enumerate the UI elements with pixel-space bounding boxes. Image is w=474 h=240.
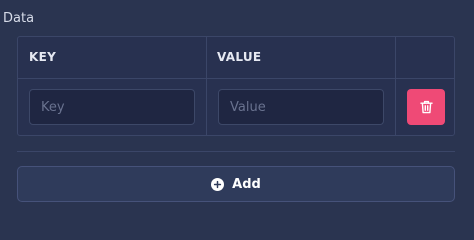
key-value-table: KEY VALUE [17,36,455,136]
value-input[interactable] [218,89,384,125]
trash-icon [419,100,433,114]
delete-row-button[interactable] [407,89,445,125]
column-header-value: VALUE [217,50,262,64]
section-divider [17,151,455,152]
key-input[interactable] [29,89,195,125]
column-divider [395,37,396,135]
column-divider [206,37,207,135]
column-header-key: KEY [29,50,57,64]
add-button[interactable]: Add [17,166,455,202]
section-label: Data [3,11,35,26]
add-button-label: Add [232,176,261,192]
plus-circle-icon [211,177,225,191]
